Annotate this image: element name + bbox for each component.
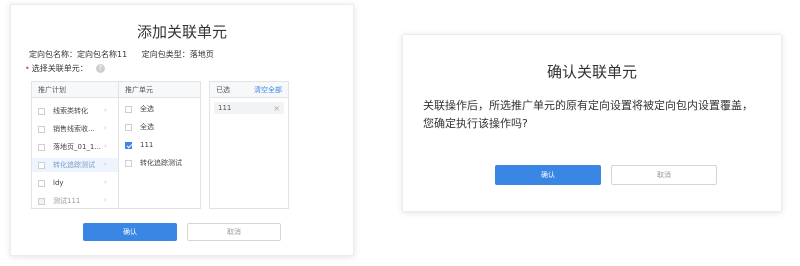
- chevron-right-icon: ›: [104, 196, 107, 204]
- checkbox[interactable]: [38, 107, 45, 115]
- plan-item[interactable]: 线索类转化: [38, 104, 88, 118]
- select-units-row: • 选择关联单元： ?: [25, 63, 105, 74]
- dialog-title: 添加关联单元: [136, 23, 227, 41]
- dialog-title: 确认关联单元: [546, 63, 637, 81]
- package-info: 定向包名称：定向包名称11 定向包类型：落地页: [29, 49, 214, 60]
- package-type-label: 定向包类型：落地页: [141, 50, 214, 59]
- checkbox[interactable]: [38, 197, 45, 205]
- required-marker: •: [25, 64, 30, 73]
- remove-icon[interactable]: ×: [273, 104, 280, 113]
- checkbox[interactable]: [38, 143, 45, 151]
- plan-item[interactable]: 销售线索收...: [38, 122, 95, 136]
- selected-panel: 已选 清空全部 111 ×: [209, 81, 289, 209]
- cancel-button[interactable]: 取消: [611, 165, 717, 185]
- unit-item[interactable]: 转化追踪测试: [125, 156, 182, 170]
- dialog-message: 关联操作后，所选推广单元的原有定向设置将被定向包内设置覆盖，您确定执行该操作吗?: [423, 99, 753, 130]
- unit-item[interactable]: 111: [125, 138, 153, 152]
- checkbox[interactable]: [38, 161, 45, 169]
- selected-title: 已选: [216, 86, 230, 94]
- plan-item[interactable]: 落地页_01_1...: [38, 140, 101, 154]
- unit-item[interactable]: 全选: [125, 102, 154, 116]
- selected-header: 已选 清空全部: [210, 82, 288, 98]
- confirm-button[interactable]: 确认: [83, 223, 177, 241]
- checkbox[interactable]: [38, 125, 45, 133]
- checkbox[interactable]: [125, 159, 132, 167]
- checkbox[interactable]: [38, 179, 45, 187]
- plan-item[interactable]: ldy: [38, 176, 64, 190]
- package-name-label: 定向包名称：定向包名称11: [29, 50, 128, 59]
- add-association-dialog: 添加关联单元 定向包名称：定向包名称11 定向包类型：落地页 • 选择关联单元：…: [10, 4, 354, 256]
- help-icon[interactable]: ?: [95, 64, 105, 73]
- clear-all-link[interactable]: 清空全部: [254, 82, 282, 97]
- plans-panel: 推广计划 线索类转化 销售线索收... 落地页_01_1... 转化追踪测试 l…: [31, 81, 119, 209]
- confirm-association-dialog: 确认关联单元 关联操作后，所选推广单元的原有定向设置将被定向包内设置覆盖，您确定…: [402, 34, 782, 212]
- chevron-right-icon: ›: [104, 160, 107, 168]
- units-panel: 推广单元 全选 全选 111 转化追踪测试: [119, 81, 201, 209]
- chevron-right-icon: ›: [104, 142, 107, 150]
- selected-item: 111 ×: [214, 102, 284, 114]
- cancel-button[interactable]: 取消: [187, 223, 281, 241]
- checkbox-checked[interactable]: [125, 141, 132, 149]
- chevron-right-icon: ›: [104, 178, 107, 186]
- checkbox[interactable]: [125, 105, 132, 113]
- unit-item[interactable]: 全选: [125, 120, 154, 134]
- select-units-label: 选择关联单元：: [31, 64, 88, 73]
- chevron-right-icon: ›: [104, 124, 107, 132]
- chevron-right-icon: ›: [104, 106, 107, 114]
- plans-header: 推广计划: [32, 82, 118, 98]
- checkbox[interactable]: [125, 123, 132, 131]
- plan-item[interactable]: 测试111: [38, 194, 80, 208]
- confirm-button[interactable]: 确认: [495, 165, 601, 185]
- units-header: 推广单元: [119, 82, 200, 98]
